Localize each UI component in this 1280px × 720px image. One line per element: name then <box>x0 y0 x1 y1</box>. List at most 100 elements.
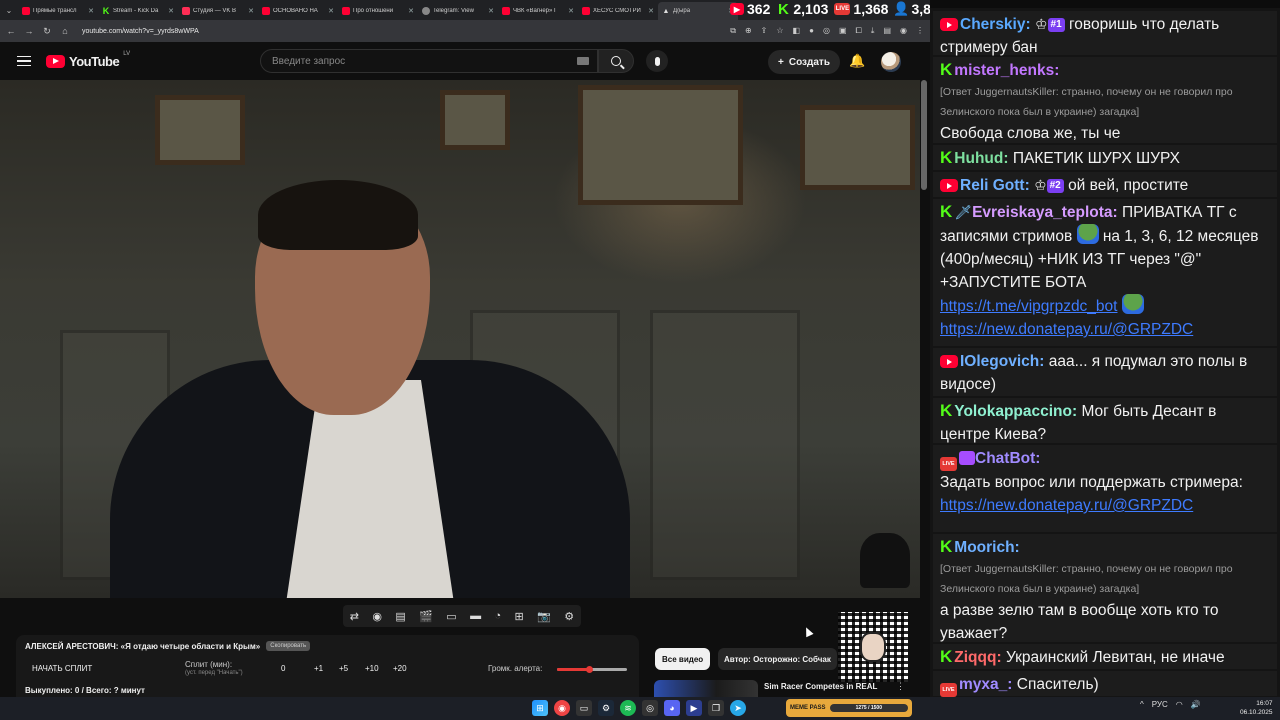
kick-icon: K <box>940 537 953 556</box>
split-hint: (уст. перед "Начать") <box>185 670 243 676</box>
windows-start-icon[interactable]: ⊞ <box>532 700 548 716</box>
split-minutes-value[interactable]: 0 <box>281 664 285 673</box>
add-10-button[interactable]: +10 <box>365 664 379 673</box>
alert-volume-slider[interactable] <box>557 666 627 673</box>
browser-tab[interactable]: Telegram: View ✕ <box>418 2 498 20</box>
gear-icon[interactable]: ⚙ <box>564 610 574 623</box>
language-indicator[interactable]: РУС <box>1152 700 1168 709</box>
browser-tab[interactable]: ХЕСУС СМОТРИ ✕ <box>578 2 658 20</box>
search-input[interactable]: Введите запрос <box>260 49 598 73</box>
zoom-icon[interactable]: ⊕ <box>745 26 752 36</box>
youtube-logo[interactable]: YouTube LV <box>46 51 130 69</box>
loop-icon[interactable]: ⇄ <box>350 610 359 623</box>
game-label: MEME PASS <box>790 705 826 711</box>
vk-favicon-icon <box>182 7 190 15</box>
browser-tab[interactable]: ОСНОВАНО НА ✕ <box>258 2 338 20</box>
add-20-button[interactable]: +20 <box>393 664 407 673</box>
profile-icon[interactable]: ◉ <box>900 26 907 36</box>
tray-chevron-icon[interactable]: ^ <box>1140 700 1144 709</box>
extension-icon[interactable]: ◧ <box>793 26 801 36</box>
browser-tab[interactable]: Студия — VK В ✕ <box>178 2 258 20</box>
chip-all-videos[interactable]: Все видео <box>655 648 711 670</box>
back-icon[interactable]: ← <box>6 26 16 36</box>
tab-close-icon[interactable]: ✕ <box>88 7 94 15</box>
volume-icon[interactable]: 🔊 <box>1191 700 1201 709</box>
sidebar-icon[interactable]: ▤ <box>883 26 891 36</box>
audio-icon[interactable]: ◉ <box>372 610 382 623</box>
puzzle-icon[interactable]: ⧠ <box>856 26 862 36</box>
bookmark-star-icon[interactable]: ☆ <box>776 26 783 36</box>
browser-tab[interactable]: Прямые трансл ✕ <box>18 2 98 20</box>
kick-viewer-count: K 2,103 <box>776 1 828 18</box>
chat-link[interactable]: https://t.me/vipgrpzdc_bot <box>940 298 1117 315</box>
add-5-button[interactable]: +5 <box>339 664 348 673</box>
chat-message: LIVE ChatBot: Задать вопрос или поддержат… <box>933 445 1277 532</box>
search-button[interactable] <box>598 49 634 73</box>
spotify-icon[interactable]: ≋ <box>620 700 636 716</box>
theater-icon[interactable]: ▬ <box>470 610 481 622</box>
notifications-bell-icon[interactable]: 🔔 <box>849 53 865 69</box>
split-title-row: АЛЕКСЕЙ АРЕСТОВИЧ: «Я отдаю четыре облас… <box>25 641 630 651</box>
forward-icon[interactable]: → <box>24 26 34 36</box>
tab-close-icon[interactable]: ✕ <box>248 7 254 15</box>
home-icon[interactable]: ⌂ <box>60 26 70 36</box>
obs-icon[interactable]: ◎ <box>642 700 658 716</box>
chrome-icon[interactable]: ◉ <box>554 700 570 716</box>
chat-link[interactable]: https://new.donatepay.ru/@GRPZDC <box>940 497 1193 514</box>
tab-close-icon[interactable]: ✕ <box>648 7 654 15</box>
volume-thumb[interactable] <box>585 666 593 673</box>
url-field[interactable]: youtube.com/watch?v=_yyrds8wWPA <box>78 28 678 35</box>
network-icon[interactable]: ◠ <box>1176 700 1183 709</box>
telegram-icon[interactable]: ➤ <box>730 700 746 716</box>
recommended-thumbnail[interactable] <box>654 680 758 698</box>
clock[interactable]: 16:07 06.10.2025 <box>1240 699 1273 717</box>
more-options-icon[interactable]: ⋮ <box>896 681 905 692</box>
browser-tab[interactable]: Про отношени ✕ <box>338 2 418 20</box>
tab-close-icon[interactable]: ✕ <box>168 7 174 15</box>
picture-in-picture-icon[interactable]: ▭ <box>446 610 456 623</box>
person-hair <box>258 180 418 250</box>
page-scrollbar[interactable] <box>921 80 927 190</box>
tab-close-icon[interactable]: ✕ <box>488 7 494 15</box>
download-icon[interactable]: ⤓ <box>871 26 875 36</box>
clapper-icon[interactable]: 🎬 <box>419 610 433 623</box>
camera-icon[interactable]: 📷 <box>537 610 551 623</box>
menu-icon[interactable]: ⋮ <box>916 26 924 36</box>
tab-close-icon[interactable]: ✕ <box>568 7 574 15</box>
voice-search-button[interactable] <box>646 50 668 72</box>
window-icon[interactable]: ❐ <box>708 700 724 716</box>
tab-close-icon[interactable]: ✕ <box>408 7 414 15</box>
browser-tab-active[interactable]: ▲Д(ыра✕ <box>658 2 738 20</box>
extension-icons: ⧉ ⊕ ⇪ ☆ ◧ ● ◎ ▣ ⧠ ⤓ ▤ ◉ ⋮ <box>730 26 924 36</box>
extension-icon[interactable]: ◎ <box>823 26 830 36</box>
steam-icon[interactable]: ⚙ <box>598 700 614 716</box>
reload-icon[interactable]: ↻ <box>42 26 52 37</box>
browser-tab[interactable]: ЧВК «Вагнер» Г ✕ <box>498 2 578 20</box>
menu-icon[interactable] <box>17 55 31 67</box>
speed-gauge-icon[interactable]: ◔ <box>494 610 501 622</box>
add-1-button[interactable]: +1 <box>314 664 323 673</box>
chat-link[interactable]: https://new.donatepay.ru/@GRPZDC <box>940 321 1193 338</box>
filter-icon[interactable]: ▤ <box>395 610 405 623</box>
share-icon[interactable]: ⇪ <box>761 26 768 36</box>
chip-author[interactable]: Автор: Осторожно: Собчак <box>718 648 837 670</box>
install-icon[interactable]: ⧉ <box>730 26 736 36</box>
chat-message: K Ziqqq: Украинский Левитан, не иначе <box>933 644 1277 669</box>
keyboard-icon[interactable] <box>577 57 589 65</box>
tab-close-icon[interactable]: ✕ <box>328 7 334 15</box>
create-button[interactable]: + Создать <box>768 50 840 74</box>
tab-search-icon[interactable]: ⌄ <box>0 0 18 20</box>
avatar[interactable] <box>881 52 901 72</box>
browser-tab[interactable]: K Stream - Kick Da ✕ <box>98 2 178 20</box>
discord-icon[interactable]: ◕ <box>664 700 680 716</box>
folder-icon[interactable]: ▭ <box>576 700 592 716</box>
start-split-button[interactable]: НАЧАТЬ СПЛИТ <box>32 664 92 673</box>
copy-badge[interactable]: Скопировать <box>266 641 311 651</box>
video-player[interactable] <box>0 80 920 598</box>
extension-icon[interactable]: ▣ <box>839 26 847 36</box>
recommended-title[interactable]: Sim Racer Competes in REAL <box>764 682 877 691</box>
game-progress-widget[interactable]: MEME PASS 1275 / 1500 <box>786 699 912 717</box>
player-icon[interactable]: ▶ <box>686 700 702 716</box>
extension-icon[interactable]: ● <box>809 26 814 36</box>
add-icon[interactable]: ⊞ <box>515 610 524 623</box>
